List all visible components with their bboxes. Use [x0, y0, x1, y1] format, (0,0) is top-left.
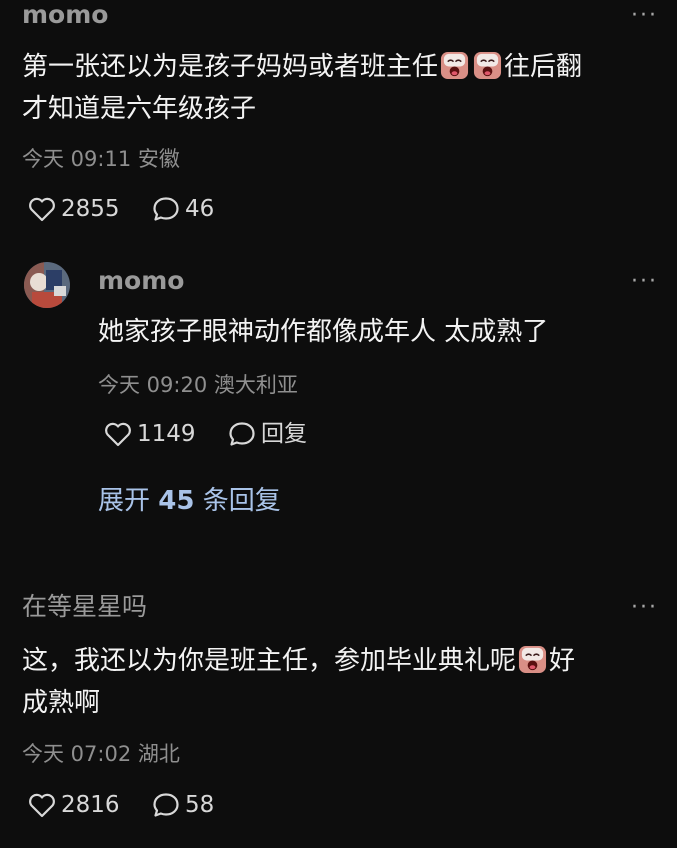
comment-3-like-button[interactable]: 2816 [28, 791, 120, 819]
avatar-image [24, 262, 70, 308]
comment-2-meta: 今天 09:20 澳大利亚 [98, 372, 298, 398]
more-options-icon[interactable]: ··· [631, 271, 658, 293]
comment-3-time: 今天 07:02 [22, 742, 132, 766]
more-options-icon[interactable]: ··· [631, 5, 658, 27]
comment-3-reply-count: 58 [185, 792, 215, 818]
comment-1-text-part: 往后翻 [504, 52, 583, 82]
comment-3-location: 湖北 [137, 742, 180, 766]
expand-replies-prefix: 展开 [98, 486, 151, 516]
comment-1-text-line2: 才知道是六年级孩子 [22, 94, 257, 124]
comment-3-text-line2: 成熟啊 [22, 688, 101, 718]
comment-1-meta: 今天 09:11 安徽 [22, 146, 180, 172]
comment-2-reply-label: 回复 [261, 421, 307, 447]
comment-2-time: 今天 09:20 [98, 373, 208, 397]
expand-replies-suffix: 条回复 [202, 486, 281, 516]
comment-2-like-button[interactable]: 1149 [104, 420, 196, 448]
comment-3-username[interactable]: 在等星星吗 [22, 592, 147, 622]
heart-outline-icon [105, 422, 131, 447]
comment-1-location: 安徽 [137, 147, 180, 171]
expand-replies-link[interactable]: 展开 45 条回复 [98, 484, 281, 518]
comment-2-username[interactable]: momo [98, 266, 184, 296]
crying-face-emoji-icon [473, 51, 502, 80]
crying-face-emoji-icon [440, 51, 469, 80]
comment-2-like-count: 1149 [137, 421, 196, 447]
comment-2-reply-button[interactable]: 回复 [228, 420, 307, 448]
comment-3-text-part: 这，我还以为你是班主任，参加毕业典礼呢 [22, 646, 517, 676]
comment-3-text-part: 好 [549, 646, 576, 676]
comment-3-meta: 今天 07:02 湖北 [22, 741, 180, 767]
comment-1-like-count: 2855 [61, 196, 120, 222]
heart-outline-icon [29, 197, 55, 222]
comment-3-like-count: 2816 [61, 792, 120, 818]
speech-bubble-icon [153, 197, 179, 221]
comment-2-text: 她家孩子眼神动作都像成年人 太成熟了 [98, 317, 549, 347]
comment-1-username[interactable]: momo [22, 0, 108, 30]
speech-bubble-icon [229, 422, 255, 446]
comment-3-reply-button[interactable]: 58 [152, 791, 214, 819]
avatar[interactable] [24, 262, 70, 308]
speech-bubble-icon [153, 793, 179, 817]
comment-1-reply-button[interactable]: 46 [152, 195, 214, 223]
expand-replies-count: 45 [158, 486, 195, 516]
comment-1-time: 今天 09:11 [22, 147, 132, 171]
comment-1-like-button[interactable]: 2855 [28, 195, 120, 223]
heart-outline-icon [29, 793, 55, 818]
comment-1-reply-count: 46 [185, 196, 215, 222]
comment-2-location: 澳大利亚 [213, 373, 298, 397]
comment-1-text: 第一张还以为是孩子妈妈或者班主任 往后翻 才知道是六年级孩子 [22, 46, 582, 130]
comment-1-text-part: 第一张还以为是孩子妈妈或者班主任 [22, 52, 439, 82]
more-options-icon[interactable]: ··· [631, 597, 658, 619]
comment-3-text: 这，我还以为你是班主任，参加毕业典礼呢 好 成熟啊 [22, 640, 575, 724]
crying-face-emoji-icon [518, 645, 547, 674]
